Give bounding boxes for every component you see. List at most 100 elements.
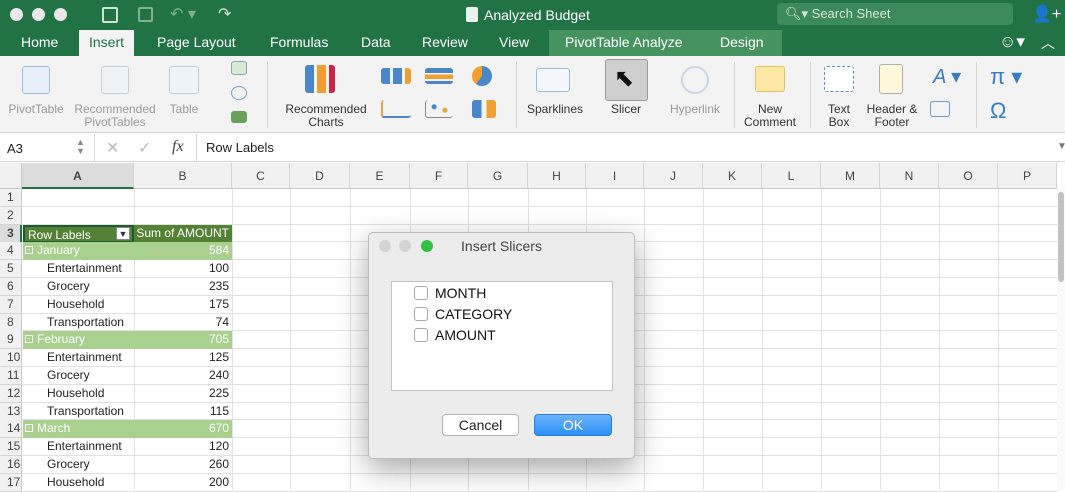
pivot-month-total[interactable]: 705: [134, 331, 232, 350]
month-checkbox[interactable]: [414, 286, 428, 300]
column-header-m[interactable]: M: [821, 163, 880, 189]
undo-icon[interactable]: ↶ ▾: [170, 4, 196, 24]
row-header-11[interactable]: 11: [0, 367, 22, 385]
collapse-ribbon-icon[interactable]: ︿: [1041, 33, 1055, 53]
column-header-g[interactable]: G: [468, 163, 528, 189]
pivot-category-amount[interactable]: 100: [134, 260, 232, 278]
pivot-month-row[interactable]: January: [23, 242, 134, 261]
row-header-6[interactable]: 6: [0, 278, 22, 296]
row-header-8[interactable]: 8: [0, 313, 22, 332]
row-header-3[interactable]: 3: [0, 224, 22, 243]
tab-data[interactable]: Data: [361, 34, 391, 50]
tab-insert[interactable]: Insert: [79, 30, 135, 56]
pivot-category-row[interactable]: Entertainment: [23, 438, 134, 456]
column-header-i[interactable]: I: [586, 163, 644, 189]
equation-icon[interactable]: π ▾: [990, 64, 1022, 90]
tab-review[interactable]: Review: [422, 34, 468, 50]
zoom-window-icon[interactable]: [54, 8, 67, 21]
bar-chart-icon[interactable]: [425, 68, 453, 84]
pivot-category-amount[interactable]: 74: [134, 314, 232, 332]
hyperlink-button[interactable]: Hyperlink: [664, 103, 726, 116]
pivot-category-row[interactable]: Grocery: [23, 367, 134, 385]
table-button[interactable]: Table: [164, 103, 204, 116]
slicer-button[interactable]: Slicer: [600, 103, 652, 116]
dialog-minimize-icon[interactable]: [399, 240, 411, 252]
enter-formula-icon[interactable]: ✓: [138, 138, 151, 158]
other-charts-icon[interactable]: [472, 100, 496, 118]
pivot-category-amount[interactable]: 120: [134, 438, 232, 456]
row-header-14[interactable]: 14: [0, 420, 22, 439]
name-box-stepper-icon[interactable]: ▲ ▼: [76, 138, 85, 156]
pivot-month-total[interactable]: 584: [134, 242, 232, 261]
column-header-d[interactable]: D: [290, 163, 350, 189]
signature-line-icon[interactable]: [930, 101, 950, 117]
pivot-category-amount[interactable]: 235: [134, 278, 232, 296]
row-header-17[interactable]: 17: [0, 473, 22, 492]
row-header-4[interactable]: 4: [0, 242, 22, 261]
pivot-month-total[interactable]: 670: [134, 420, 232, 439]
pivot-category-amount[interactable]: 225: [134, 385, 232, 403]
pivot-category-amount[interactable]: 115: [134, 403, 232, 421]
tab-pivottable-analyze[interactable]: PivotTable Analyze: [565, 34, 683, 50]
column-header-n[interactable]: N: [880, 163, 939, 189]
pivot-category-row[interactable]: Transportation: [23, 403, 134, 421]
pivot-category-amount[interactable]: 240: [134, 367, 232, 385]
column-header-c[interactable]: C: [232, 163, 290, 189]
expand-formula-icon[interactable]: ▼: [1057, 141, 1065, 152]
tab-formulas[interactable]: Formulas: [270, 34, 328, 50]
row-header-9[interactable]: 9: [0, 331, 22, 350]
collapse-toggle-icon[interactable]: -: [25, 424, 33, 433]
recommended-charts-button[interactable]: Recommended Charts: [281, 103, 371, 129]
pivot-month-row[interactable]: February: [23, 331, 134, 350]
column-header-b[interactable]: B: [134, 163, 232, 189]
sparklines-button[interactable]: Sparklines: [522, 103, 588, 116]
minimize-window-icon[interactable]: [32, 8, 45, 21]
column-header-a[interactable]: A: [22, 163, 134, 189]
column-header-f[interactable]: F: [410, 163, 468, 189]
pivot-category-row[interactable]: Household: [23, 296, 134, 314]
scatter-chart-icon[interactable]: [425, 100, 453, 118]
cancel-formula-icon[interactable]: ✕: [106, 138, 119, 158]
pivot-category-row[interactable]: Household: [23, 474, 134, 492]
pivot-category-row[interactable]: Entertainment: [23, 260, 134, 278]
name-box[interactable]: A3: [7, 141, 23, 156]
row-header-15[interactable]: 15: [0, 438, 22, 457]
line-chart-icon[interactable]: [381, 100, 411, 118]
collapse-toggle-icon[interactable]: -: [25, 335, 33, 344]
row-header-13[interactable]: 13: [0, 402, 22, 421]
search-sheet-input[interactable]: 🔍︎▾ Search Sheet: [777, 3, 1013, 25]
pivot-category-amount[interactable]: 260: [134, 456, 232, 474]
select-all-corner[interactable]: [0, 163, 22, 189]
ok-button[interactable]: OK: [534, 414, 612, 436]
pivot-category-amount[interactable]: 125: [134, 349, 232, 367]
text-box-button[interactable]: Text Box: [818, 103, 860, 129]
amount-checkbox[interactable]: [414, 328, 428, 342]
pivottable-button[interactable]: PivotTable: [4, 103, 68, 116]
redo-icon[interactable]: ↷: [218, 4, 231, 24]
formula-content[interactable]: Row Labels: [206, 140, 274, 155]
pivot-sum-amount-header[interactable]: Sum of AMOUNT: [134, 224, 232, 243]
column-header-e[interactable]: E: [350, 163, 410, 189]
smartart-icon[interactable]: [231, 111, 247, 123]
dialog-zoom-icon[interactable]: [421, 240, 433, 252]
category-checkbox[interactable]: [414, 307, 428, 321]
tab-design[interactable]: Design: [720, 34, 764, 50]
pie-chart-icon[interactable]: [472, 66, 492, 86]
sidebar-icon[interactable]: [102, 7, 118, 23]
share-icon[interactable]: 👤+: [1032, 4, 1061, 24]
insert-function-icon[interactable]: fx: [172, 138, 184, 156]
pivot-category-row[interactable]: Grocery: [23, 456, 134, 474]
column-header-j[interactable]: J: [644, 163, 703, 189]
row-header-16[interactable]: 16: [0, 456, 22, 474]
column-header-h[interactable]: H: [528, 163, 586, 189]
row-header-2[interactable]: 2: [0, 206, 22, 225]
tab-home[interactable]: Home: [21, 34, 58, 50]
column-chart-icon[interactable]: [381, 68, 411, 84]
column-header-k[interactable]: K: [703, 163, 762, 189]
dialog-close-icon[interactable]: [379, 240, 391, 252]
cancel-button[interactable]: Cancel: [442, 414, 519, 436]
column-header-p[interactable]: P: [998, 163, 1057, 189]
header-footer-button[interactable]: Header & Footer: [862, 103, 922, 129]
pivot-month-row[interactable]: March: [23, 420, 134, 439]
pivot-category-row[interactable]: Transportation: [23, 314, 134, 332]
